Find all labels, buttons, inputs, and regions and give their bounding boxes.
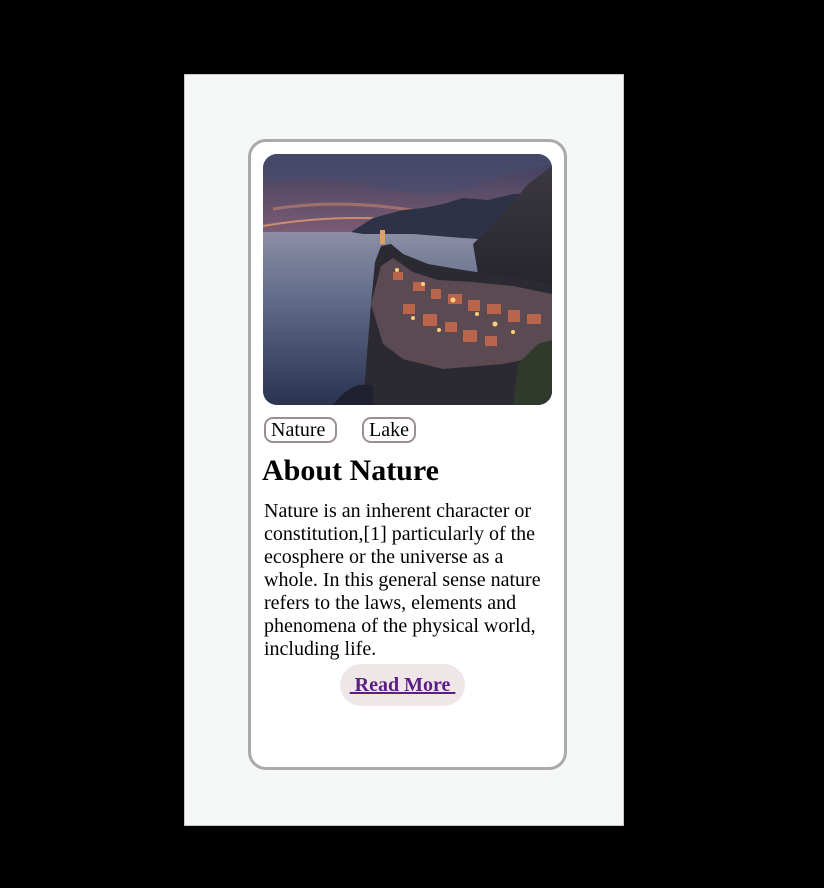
read-more-button[interactable]: Read More: [340, 664, 465, 706]
tag-lake[interactable]: Lake: [362, 417, 416, 443]
card-image: [263, 154, 552, 405]
card-title: About Nature: [262, 454, 439, 487]
nature-card: Nature Lake About Nature Nature is an in…: [248, 139, 567, 770]
card-description: Nature is an inherent character or const…: [264, 500, 541, 660]
tag-nature[interactable]: Nature: [264, 417, 337, 443]
